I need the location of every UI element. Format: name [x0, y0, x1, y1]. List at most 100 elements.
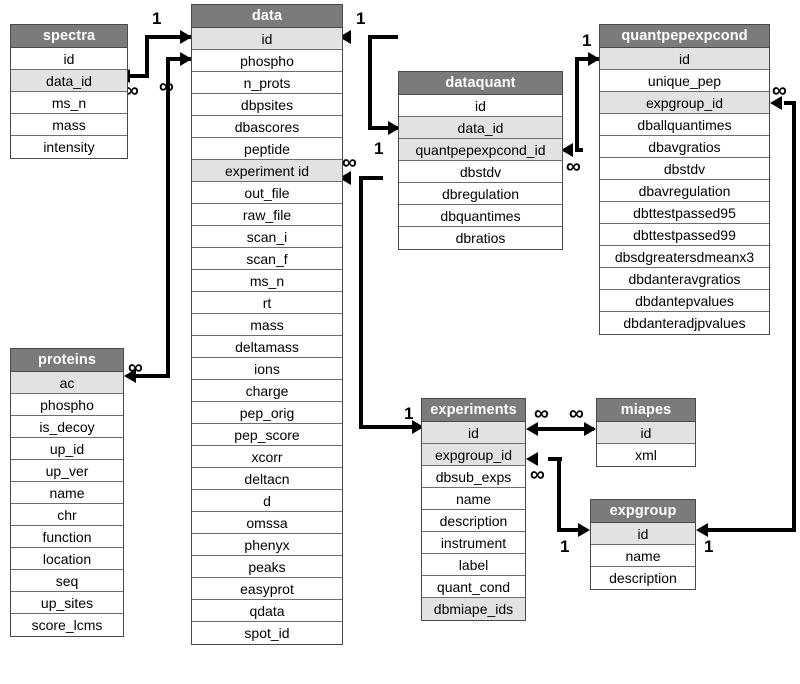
field-spectra-ms_n[interactable]: ms_n — [11, 92, 127, 114]
field-proteins-up_id[interactable]: up_id — [11, 438, 123, 460]
field-quantpepexpcond-dbdantepvalues[interactable]: dbdantepvalues — [600, 290, 769, 312]
field-data-deltacn[interactable]: deltacn — [192, 468, 342, 490]
field-experiments-expgroup_id[interactable]: expgroup_id — [422, 444, 525, 466]
cardinality-many-experiments-miapes: ∞ — [534, 402, 549, 425]
field-quantpepexpcond-dbstdv[interactable]: dbstdv — [600, 158, 769, 180]
field-data-qdata[interactable]: qdata — [192, 600, 342, 622]
field-quantpepexpcond-dbttestpassed99[interactable]: dbttestpassed99 — [600, 224, 769, 246]
field-data-n_prots[interactable]: n_prots — [192, 72, 342, 94]
cardinality-many-data-experiment-id: ∞ — [342, 151, 357, 174]
field-miapes-xml[interactable]: xml — [597, 444, 695, 466]
field-experiments-dbsub_exps[interactable]: dbsub_exps — [422, 466, 525, 488]
field-experiments-instrument[interactable]: instrument — [422, 532, 525, 554]
field-experiments-label[interactable]: label — [422, 554, 525, 576]
field-spectra-mass[interactable]: mass — [11, 114, 127, 136]
field-data-xcorr[interactable]: xcorr — [192, 446, 342, 468]
field-data-rt[interactable]: rt — [192, 292, 342, 314]
field-experiments-description[interactable]: description — [422, 510, 525, 532]
field-data-dbascores[interactable]: dbascores — [192, 116, 342, 138]
field-proteins-phospho[interactable]: phospho — [11, 394, 123, 416]
field-dataquant-data_id[interactable]: data_id — [399, 117, 562, 139]
field-data-scan_f[interactable]: scan_f — [192, 248, 342, 270]
field-proteins-name[interactable]: name — [11, 482, 123, 504]
field-experiments-quant_cond[interactable]: quant_cond — [422, 576, 525, 598]
field-data-scan_i[interactable]: scan_i — [192, 226, 342, 248]
field-data-peptide[interactable]: peptide — [192, 138, 342, 160]
field-spectra-intensity[interactable]: intensity — [11, 136, 127, 158]
field-data-phenyx[interactable]: phenyx — [192, 534, 342, 556]
field-quantpepexpcond-expgroup_id[interactable]: expgroup_id — [600, 92, 769, 114]
field-expgroup-id[interactable]: id — [591, 523, 695, 545]
field-data-peaks[interactable]: peaks — [192, 556, 342, 578]
field-data-charge[interactable]: charge — [192, 380, 342, 402]
field-quantpepexpcond-id[interactable]: id — [600, 48, 769, 70]
field-dataquant-quantpepexpcond_id[interactable]: quantpepexpcond_id — [399, 139, 562, 161]
field-data-spot_id[interactable]: spot_id — [192, 622, 342, 644]
field-data-d[interactable]: d — [192, 490, 342, 512]
field-experiments-dbmiape_ids[interactable]: dbmiape_ids — [422, 598, 525, 620]
connector-experiments-data-v — [359, 176, 363, 429]
field-data-ions[interactable]: ions — [192, 358, 342, 380]
field-dataquant-id[interactable]: id — [399, 95, 562, 117]
field-dataquant-dbregulation[interactable]: dbregulation — [399, 183, 562, 205]
cardinality-many-experiments-expgroup-id: ∞ — [530, 463, 545, 486]
field-proteins-location[interactable]: location — [11, 548, 123, 570]
entity-proteins[interactable]: proteins ac phospho is_decoy up_id up_ve… — [10, 348, 124, 637]
entity-expgroup[interactable]: expgroup id name description — [590, 499, 696, 590]
field-proteins-ac[interactable]: ac — [11, 372, 123, 394]
field-data-omssa[interactable]: omssa — [192, 512, 342, 534]
field-expgroup-description[interactable]: description — [591, 567, 695, 589]
field-data-id[interactable]: id — [192, 28, 342, 50]
entity-miapes[interactable]: miapes id xml — [596, 398, 696, 467]
field-proteins-function[interactable]: function — [11, 526, 123, 548]
field-data-pep_orig[interactable]: pep_orig — [192, 402, 342, 424]
field-data-experiment-id[interactable]: experiment id — [192, 160, 342, 182]
field-experiments-id[interactable]: id — [422, 422, 525, 444]
field-proteins-is_decoy[interactable]: is_decoy — [11, 416, 123, 438]
field-experiments-name[interactable]: name — [422, 488, 525, 510]
field-data-out_file[interactable]: out_file — [192, 182, 342, 204]
connector-data-dataquant-h-top — [368, 35, 398, 39]
entity-proteins-title: proteins — [11, 349, 123, 372]
field-data-raw_file[interactable]: raw_file — [192, 204, 342, 226]
field-data-deltamass[interactable]: deltamass — [192, 336, 342, 358]
entity-data[interactable]: data id phospho n_prots dbpsites dbascor… — [191, 4, 343, 645]
field-data-easyprot[interactable]: easyprot — [192, 578, 342, 600]
field-data-phospho[interactable]: phospho — [192, 50, 342, 72]
field-proteins-up_ver[interactable]: up_ver — [11, 460, 123, 482]
field-spectra-data_id[interactable]: data_id — [11, 70, 127, 92]
field-quantpepexpcond-dbavregulation[interactable]: dbavregulation — [600, 180, 769, 202]
connector-data-dataquant-v — [368, 35, 372, 130]
cardinality-many-qpec-expgroup-id: ∞ — [772, 79, 787, 102]
field-proteins-seq[interactable]: seq — [11, 570, 123, 592]
field-dataquant-dbstdv[interactable]: dbstdv — [399, 161, 562, 183]
cardinality-one-dataquant-data-id: 1 — [374, 139, 384, 158]
cardinality-many-proteins-ac: ∞ — [128, 356, 143, 379]
connector-qpec-dataquant-v — [575, 57, 579, 152]
field-data-dbpsites[interactable]: dbpsites — [192, 94, 342, 116]
connector-data-proteins-v — [166, 57, 170, 378]
entity-quantpepexpcond[interactable]: quantpepexpcond id unique_pep expgroup_i… — [599, 24, 770, 335]
field-dataquant-dbratios[interactable]: dbratios — [399, 227, 562, 249]
field-data-ms_n[interactable]: ms_n — [192, 270, 342, 292]
field-quantpepexpcond-dbttestpassed95[interactable]: dbttestpassed95 — [600, 202, 769, 224]
field-quantpepexpcond-dbavgratios[interactable]: dbavgratios — [600, 136, 769, 158]
field-data-mass[interactable]: mass — [192, 314, 342, 336]
field-quantpepexpcond-unique_pep[interactable]: unique_pep — [600, 70, 769, 92]
field-proteins-chr[interactable]: chr — [11, 504, 123, 526]
field-proteins-up_sites[interactable]: up_sites — [11, 592, 123, 614]
field-spectra-id[interactable]: id — [11, 48, 127, 70]
field-quantpepexpcond-dbdanteradjpvalues[interactable]: dbdanteradjpvalues — [600, 312, 769, 334]
field-data-pep_score[interactable]: pep_score — [192, 424, 342, 446]
entity-dataquant[interactable]: dataquant id data_id quantpepexpcond_id … — [398, 71, 563, 250]
field-miapes-id[interactable]: id — [597, 422, 695, 444]
field-expgroup-name[interactable]: name — [591, 545, 695, 567]
entity-spectra[interactable]: spectra id data_id ms_n mass intensity — [10, 24, 128, 159]
connector-experiments-expgroup-v — [557, 457, 561, 532]
entity-experiments[interactable]: experiments id expgroup_id dbsub_exps na… — [421, 398, 526, 621]
field-quantpepexpcond-dbdanteravgratios[interactable]: dbdanteravgratios — [600, 268, 769, 290]
field-quantpepexpcond-dbsdgreatersdmeanx3[interactable]: dbsdgreatersdmeanx3 — [600, 246, 769, 268]
field-proteins-score_lcms[interactable]: score_lcms — [11, 614, 123, 636]
field-dataquant-dbquantimes[interactable]: dbquantimes — [399, 205, 562, 227]
field-quantpepexpcond-dballquantimes[interactable]: dballquantimes — [600, 114, 769, 136]
